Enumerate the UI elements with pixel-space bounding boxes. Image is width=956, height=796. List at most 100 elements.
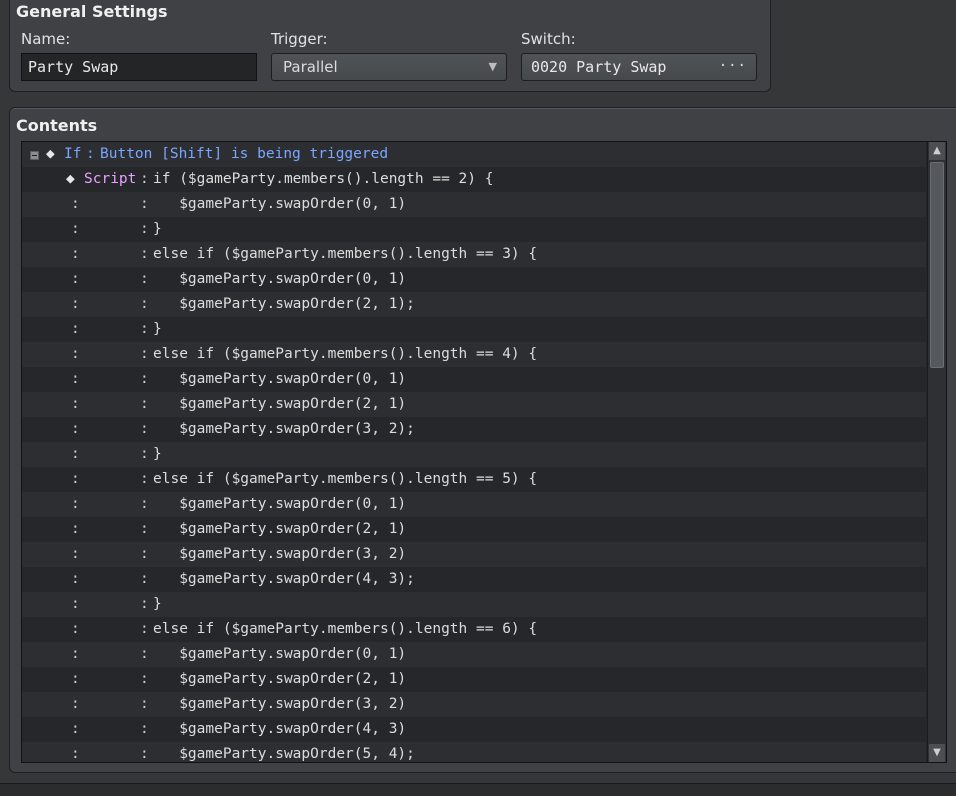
command-row-script[interactable]: :: $gameParty.swapOrder(0, 1) bbox=[22, 367, 926, 392]
script-separator: : bbox=[140, 296, 149, 312]
script-line-text: } bbox=[153, 321, 162, 337]
indent-colon: : bbox=[71, 371, 80, 387]
contents-title: Contents bbox=[16, 116, 98, 135]
indent-colon: : bbox=[71, 496, 80, 512]
trigger-select[interactable]: Parallel ▼ bbox=[271, 53, 507, 81]
script-separator: : bbox=[140, 421, 149, 437]
script-separator: : bbox=[140, 471, 149, 487]
script-separator: : bbox=[140, 671, 149, 687]
command-row-script[interactable]: :: else if ($gameParty.members().length =… bbox=[22, 242, 926, 267]
diamond-icon: ◆ bbox=[66, 171, 75, 187]
arrow-down-icon[interactable]: ▼ bbox=[929, 744, 945, 762]
script-line-text: else if ($gameParty.members().length == … bbox=[153, 471, 538, 487]
script-line-text: $gameParty.swapOrder(5, 4); bbox=[153, 746, 415, 762]
script-separator: : bbox=[140, 246, 149, 262]
script-line-text: $gameParty.swapOrder(2, 1) bbox=[153, 521, 407, 537]
trigger-value: Parallel bbox=[283, 58, 338, 76]
indent-colon: : bbox=[71, 571, 80, 587]
script-line-text: } bbox=[153, 446, 162, 462]
script-line-text: $gameParty.swapOrder(2, 1); bbox=[153, 296, 415, 312]
script-line-text: $gameParty.swapOrder(0, 1) bbox=[153, 496, 407, 512]
command-row-script[interactable]: :: $gameParty.swapOrder(2, 1) bbox=[22, 392, 926, 417]
command-row-script[interactable]: ::} bbox=[22, 442, 926, 467]
script-line-text: $gameParty.swapOrder(3, 2) bbox=[153, 546, 407, 562]
command-row-script[interactable]: :: $gameParty.swapOrder(3, 2) bbox=[22, 692, 926, 717]
command-row-script[interactable]: ::} bbox=[22, 217, 926, 242]
script-separator: : bbox=[140, 621, 149, 637]
script-line-text: $gameParty.swapOrder(4, 3) bbox=[153, 721, 407, 737]
command-row-script[interactable]: ◆ Script: if ($gameParty.members().length … bbox=[22, 167, 926, 192]
command-row-script[interactable]: :: $gameParty.swapOrder(2, 1) bbox=[22, 517, 926, 542]
bottom-strip bbox=[0, 783, 956, 796]
indent-colon: : bbox=[71, 421, 80, 437]
indent-colon: : bbox=[71, 671, 80, 687]
indent-colon: : bbox=[71, 646, 80, 662]
script-line-text: $gameParty.swapOrder(0, 1) bbox=[153, 371, 407, 387]
more-options-icon[interactable]: ··· bbox=[719, 53, 747, 79]
script-separator: : bbox=[140, 396, 149, 412]
arrow-up-icon[interactable]: ▲ bbox=[929, 142, 945, 160]
script-separator: : bbox=[140, 271, 149, 287]
switch-label: Switch: bbox=[521, 30, 576, 48]
command-row-if[interactable]: ◆ If: Button [Shift] is being triggered bbox=[22, 142, 926, 167]
command-row-script[interactable]: :: $gameParty.swapOrder(3, 2) bbox=[22, 542, 926, 567]
indent-colon: : bbox=[71, 596, 80, 612]
script-line-text: } bbox=[153, 596, 162, 612]
script-separator: : bbox=[140, 596, 149, 612]
indent-colon: : bbox=[71, 446, 80, 462]
script-line-text: $gameParty.swapOrder(0, 1) bbox=[153, 646, 407, 662]
script-separator: : bbox=[140, 371, 149, 387]
command-row-script[interactable]: :: else if ($gameParty.members().length =… bbox=[22, 617, 926, 642]
command-row-script[interactable]: :: $gameParty.swapOrder(0, 1) bbox=[22, 192, 926, 217]
command-row-script[interactable]: :: $gameParty.swapOrder(0, 1) bbox=[22, 492, 926, 517]
indent-colon: : bbox=[71, 271, 80, 287]
command-row-script[interactable]: :: else if ($gameParty.members().length =… bbox=[22, 342, 926, 367]
indent-colon: : bbox=[71, 521, 80, 537]
if-keyword: If bbox=[64, 146, 82, 162]
command-row-script[interactable]: :: $gameParty.swapOrder(4, 3); bbox=[22, 567, 926, 592]
trigger-label: Trigger: bbox=[271, 30, 328, 48]
script-separator: : bbox=[140, 496, 149, 512]
script-separator: : bbox=[140, 521, 149, 537]
indent-colon: : bbox=[71, 546, 80, 562]
command-row-script[interactable]: :: $gameParty.swapOrder(0, 1) bbox=[22, 642, 926, 667]
script-line-text: if ($gameParty.members().length == 2) { bbox=[153, 171, 494, 187]
script-separator: : bbox=[140, 646, 149, 662]
indent-colon: : bbox=[71, 746, 80, 762]
command-row-script[interactable]: :: $gameParty.swapOrder(4, 3) bbox=[22, 717, 926, 742]
command-row-script[interactable]: :: $gameParty.swapOrder(0, 1) bbox=[22, 267, 926, 292]
scrollbar-thumb[interactable] bbox=[930, 162, 944, 368]
general-settings-title: General Settings bbox=[16, 2, 168, 21]
indent-colon: : bbox=[71, 346, 80, 362]
indent-colon: : bbox=[71, 196, 80, 212]
script-separator: : bbox=[140, 571, 149, 587]
script-line-text: $gameParty.swapOrder(2, 1) bbox=[153, 396, 407, 412]
command-row-script[interactable]: :: $gameParty.swapOrder(5, 4); bbox=[22, 742, 926, 762]
script-line-text: else if ($gameParty.members().length == … bbox=[153, 621, 538, 637]
indent-colon: : bbox=[71, 721, 80, 737]
script-separator: : bbox=[140, 221, 149, 237]
command-row-script[interactable]: :: else if ($gameParty.members().length =… bbox=[22, 467, 926, 492]
script-line-text: $gameParty.swapOrder(0, 1) bbox=[153, 196, 407, 212]
script-line-text: else if ($gameParty.members().length == … bbox=[153, 346, 538, 362]
switch-field[interactable]: 0020 Party Swap ··· bbox=[521, 53, 757, 81]
script-separator: : bbox=[140, 721, 149, 737]
script-separator: : bbox=[140, 446, 149, 462]
diamond-icon: ◆ bbox=[46, 146, 55, 162]
name-input[interactable]: Party Swap bbox=[21, 53, 257, 81]
vertical-scrollbar[interactable]: ▲ ▼ bbox=[927, 142, 946, 762]
command-row-script[interactable]: :: $gameParty.swapOrder(2, 1); bbox=[22, 292, 926, 317]
command-row-script[interactable]: :: $gameParty.swapOrder(2, 1) bbox=[22, 667, 926, 692]
script-line-text: $gameParty.swapOrder(3, 2) bbox=[153, 696, 407, 712]
script-line-text: $gameParty.swapOrder(0, 1) bbox=[153, 271, 407, 287]
script-keyword: Script bbox=[84, 171, 137, 187]
command-row-script[interactable]: ::} bbox=[22, 317, 926, 342]
collapse-toggle-icon[interactable] bbox=[30, 151, 39, 160]
command-row-script[interactable]: :: $gameParty.swapOrder(3, 2); bbox=[22, 417, 926, 442]
script-separator: : bbox=[140, 171, 149, 187]
indent-colon: : bbox=[71, 321, 80, 337]
event-command-list[interactable]: ◆ If: Button [Shift] is being triggered ◆ Sc… bbox=[21, 141, 947, 763]
indent-colon: : bbox=[71, 621, 80, 637]
script-separator: : bbox=[140, 346, 149, 362]
command-row-script[interactable]: ::} bbox=[22, 592, 926, 617]
